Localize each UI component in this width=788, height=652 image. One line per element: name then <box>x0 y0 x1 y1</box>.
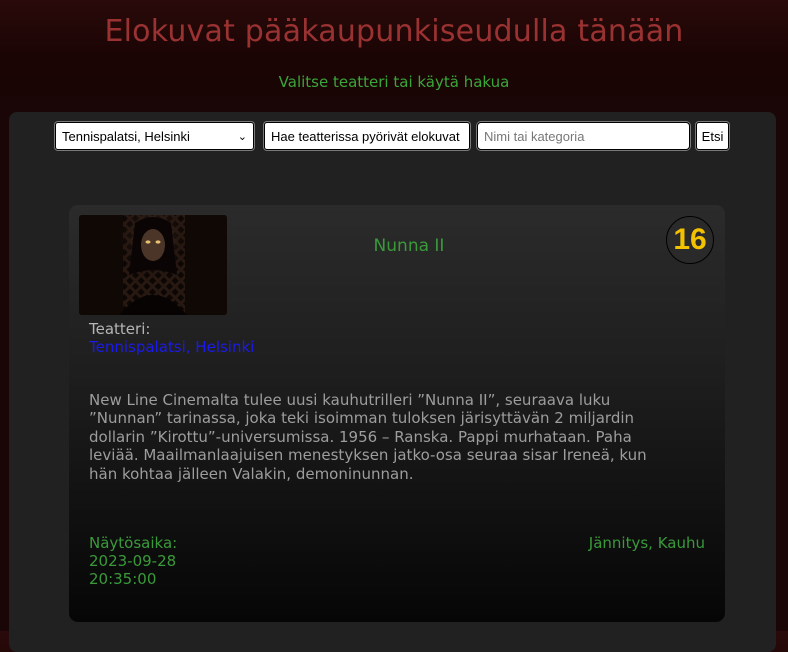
theater-label: Teatteri: <box>89 320 151 338</box>
movie-poster <box>79 215 227 315</box>
chevron-down-icon: ⌄ <box>237 130 247 143</box>
page-subtitle: Valitse teatteri tai käytä hakua <box>278 73 510 91</box>
show-time: 20:35:00 <box>89 570 157 588</box>
search-button[interactable]: Etsi <box>696 122 729 150</box>
movie-title: Nunna II <box>373 236 445 256</box>
theater-movies-button[interactable]: Hae teatterissa pyörivät elokuvat <box>264 122 470 150</box>
page-title: Elokuvat pääkaupunkiseudulla tänään <box>104 14 684 49</box>
theater-select-value: Tennispalatsi, Helsinki <box>62 128 190 144</box>
movie-card: Nunna II 16 Teatteri: Tennispalatsi, Hel… <box>69 205 725 622</box>
movie-genres: Jännitys, Kauhu <box>588 534 705 552</box>
theater-select[interactable]: Tennispalatsi, Helsinki ⌄ <box>55 122 254 150</box>
show-date: 2023-09-28 <box>89 552 177 570</box>
movie-description: New Line Cinemalta tulee uusi kauhutrill… <box>89 391 647 483</box>
showtime-label: Näytösaika: <box>89 534 178 552</box>
theater-link[interactable]: Tennispalatsi, Helsinki <box>89 338 254 356</box>
search-input[interactable] <box>477 122 690 150</box>
age-rating-badge: 16 <box>666 216 714 264</box>
